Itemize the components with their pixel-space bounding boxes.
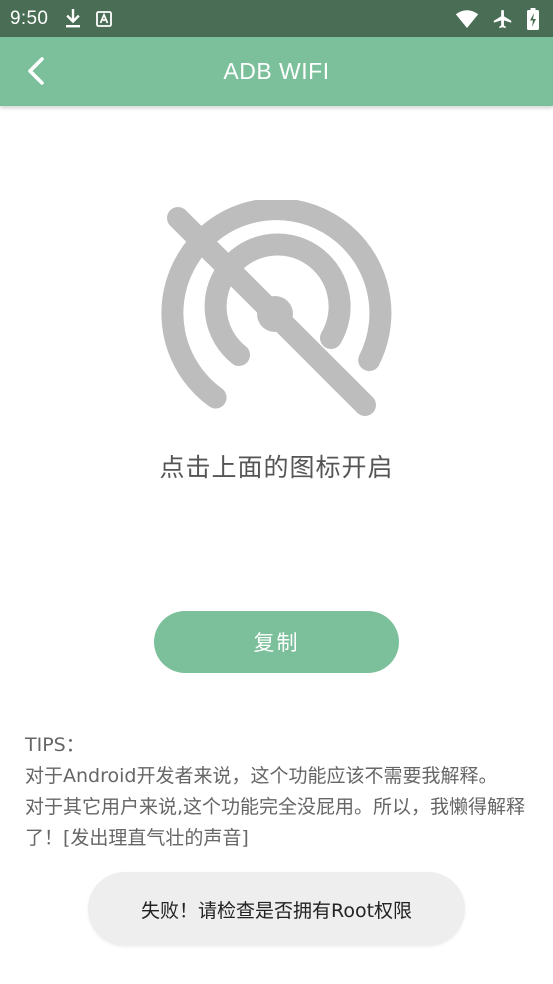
app-bar: ADB WIFI bbox=[0, 37, 553, 106]
toast-message: 失败！请检查是否拥有Root权限 bbox=[88, 872, 465, 946]
status-right-icons bbox=[455, 7, 539, 30]
download-icon bbox=[64, 8, 82, 29]
text-a-icon bbox=[96, 10, 113, 27]
status-bar: 9:50 bbox=[0, 0, 553, 37]
tips-section: TIPS： 对于Android开发者来说，这个功能应该不需要我解释。 对于其它用… bbox=[25, 730, 535, 854]
status-left-icons bbox=[64, 8, 113, 29]
tips-title: TIPS： bbox=[25, 734, 85, 756]
tips-line-1: 对于Android开发者来说，这个功能应该不需要我解释。 bbox=[25, 765, 498, 787]
page-title: ADB WIFI bbox=[223, 58, 330, 84]
status-time: 9:50 bbox=[10, 7, 49, 29]
hint-text: 点击上面的图标开启 bbox=[159, 453, 394, 482]
copy-button[interactable]: 复制 bbox=[154, 611, 399, 673]
tips-line-2: 对于其它用户来说,这个功能完全没屁用。所以，我懒得解释了！[发出理直气壮的声音] bbox=[25, 796, 526, 849]
chevron-left-icon bbox=[28, 57, 44, 85]
wifi-icon bbox=[455, 9, 479, 29]
back-button[interactable] bbox=[14, 49, 58, 93]
battery-charging-icon bbox=[527, 7, 539, 30]
wifi-toggle-button[interactable] bbox=[158, 198, 394, 420]
airplane-mode-icon bbox=[492, 8, 514, 30]
wifi-off-icon bbox=[161, 198, 392, 416]
